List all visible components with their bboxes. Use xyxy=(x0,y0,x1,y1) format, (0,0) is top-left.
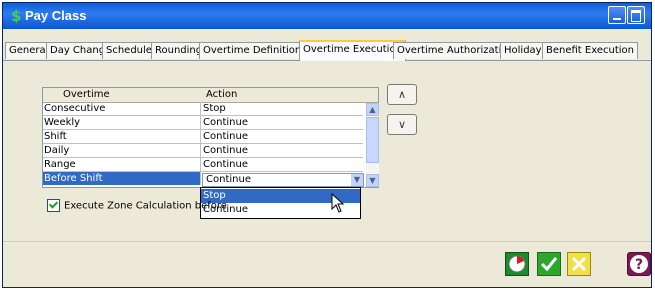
overtime-cell: Consecutive xyxy=(43,102,201,115)
column-header-overtime[interactable]: Overtime xyxy=(63,89,110,100)
help-icon: ? xyxy=(630,255,648,273)
help-button[interactable]: ? xyxy=(627,252,651,276)
double-chevron-up-icon: ∧ xyxy=(397,88,407,101)
table-row[interactable]: Consecutive Stop xyxy=(43,102,363,116)
zone-calculation-option[interactable]: Execute Zone Calculation before xyxy=(47,199,227,212)
table-header: Overtime Action xyxy=(43,88,378,103)
tab-rounding[interactable]: Rounding xyxy=(151,42,207,59)
scroll-up-icon[interactable]: ▲ xyxy=(366,103,379,116)
mouse-cursor-icon xyxy=(331,193,345,213)
tab-holiday[interactable]: Holiday xyxy=(500,42,546,59)
ok-button[interactable] xyxy=(537,252,561,276)
overtime-cell: Weekly xyxy=(43,116,201,129)
action-dropdown[interactable]: Continue ▼ xyxy=(202,173,364,187)
action-cell[interactable]: Continue xyxy=(201,144,363,157)
action-cell[interactable]: Continue xyxy=(201,130,363,143)
table-row[interactable]: Shift Continue xyxy=(43,130,363,144)
zone-calculation-label: Execute Zone Calculation before xyxy=(64,200,227,212)
scroll-thumb[interactable] xyxy=(366,117,379,163)
schedule-button[interactable] xyxy=(505,252,529,276)
action-cell[interactable]: Stop xyxy=(201,102,363,115)
app-icon: $ xyxy=(11,7,22,25)
tab-benefit-execution[interactable]: Benefit Execution xyxy=(542,42,638,59)
ok-icon xyxy=(540,257,558,272)
minimize-button[interactable] xyxy=(608,6,626,24)
action-dropdown-value: Continue xyxy=(206,174,251,185)
clock-icon xyxy=(508,255,526,273)
cancel-button[interactable] xyxy=(567,252,591,276)
title-bar[interactable]: $ Pay Class xyxy=(3,3,651,29)
cancel-icon xyxy=(571,256,587,272)
table-row[interactable]: Weekly Continue xyxy=(43,116,363,130)
zone-calculation-checkbox[interactable] xyxy=(47,199,60,212)
window-title: Pay Class xyxy=(25,8,87,23)
move-up-button[interactable]: ∧ xyxy=(387,84,417,105)
svg-text:?: ? xyxy=(635,257,643,273)
scroll-down-icon[interactable]: ▼ xyxy=(366,174,379,187)
table-scrollbar[interactable]: ▲ ▼ xyxy=(366,103,379,187)
table-row[interactable]: Daily Continue xyxy=(43,144,363,158)
tab-overtime-definition[interactable]: Overtime Definition xyxy=(199,42,306,59)
move-down-button[interactable]: ∨ xyxy=(387,114,417,135)
double-chevron-down-icon: ∨ xyxy=(397,118,407,131)
overtime-cell: Range xyxy=(43,158,201,171)
overtime-cell: Before Shift xyxy=(43,172,201,185)
table-row[interactable]: Range Continue xyxy=(43,158,363,172)
chevron-down-icon[interactable]: ▼ xyxy=(351,174,363,186)
tab-overtime-execution[interactable]: Overtime Execution xyxy=(299,40,406,61)
overtime-cell: Daily xyxy=(43,144,201,157)
maximize-button[interactable] xyxy=(627,6,645,24)
overtime-cell: Shift xyxy=(43,130,201,143)
tab-schedule[interactable]: Schedule xyxy=(102,42,156,59)
action-cell[interactable]: Continue xyxy=(201,116,363,129)
overtime-table: Overtime Action Consecutive Stop Weekly … xyxy=(42,87,379,188)
action-cell[interactable]: Continue xyxy=(201,158,363,171)
column-header-action[interactable]: Action xyxy=(206,89,237,100)
tab-bar: General Day Change Schedule Rounding Ove… xyxy=(3,40,651,61)
